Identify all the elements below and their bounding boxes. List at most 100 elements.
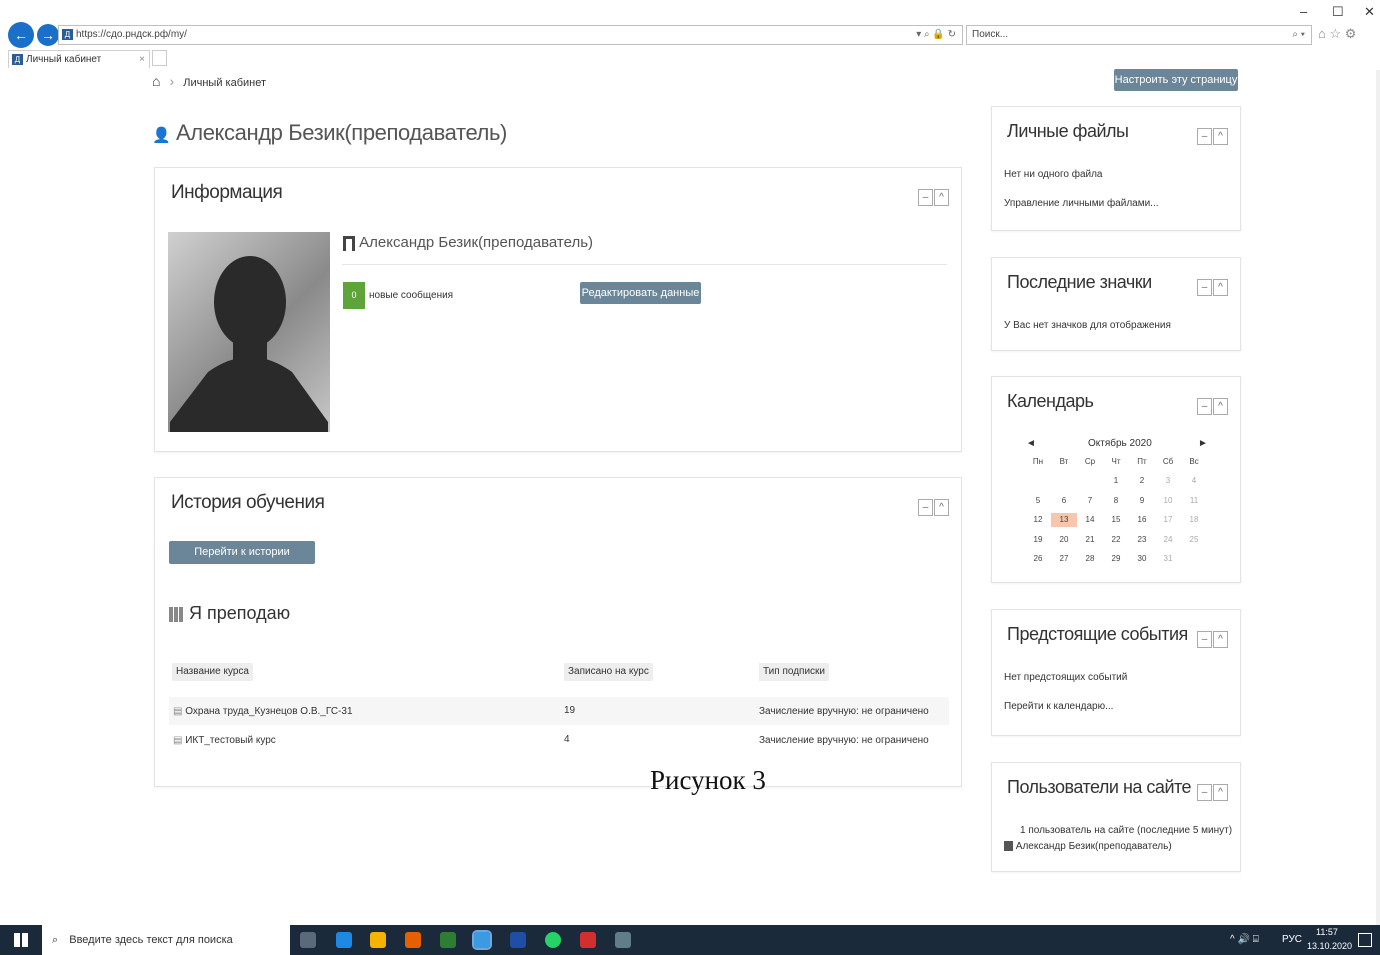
course-link[interactable]: ▤ ИКТ_тестовый курс [173, 735, 276, 746]
paint-icon[interactable] [615, 932, 631, 948]
browser-search-box[interactable]: Поиск... ⌕ ▾ [966, 25, 1312, 45]
next-month-icon[interactable]: ► [1198, 438, 1208, 449]
customize-page-button[interactable]: Настроить эту страницу [1114, 69, 1238, 91]
calendar-day[interactable]: 10 [1155, 496, 1181, 505]
go-to-calendar-link[interactable]: Перейти к календарю... [1004, 701, 1113, 712]
course-link[interactable]: ▤ Охрана труда_Кузнецов О.В._ГС-31 [173, 706, 353, 717]
block-controls[interactable]: – ^ [1197, 126, 1229, 145]
search-icon[interactable]: ⌕ ▾ [1292, 26, 1305, 44]
windows-start-icon[interactable] [14, 933, 28, 947]
calendar-day[interactable]: 19 [1025, 535, 1051, 544]
address-bar[interactable]: Дhttps://сдо.рндск.рф/my/ ▾ ⌕ 🔒 ↻ [58, 25, 963, 45]
collapse-icon[interactable]: – [1197, 631, 1212, 648]
calendar-day[interactable]: 3 [1155, 476, 1181, 485]
block-controls[interactable]: – ^ [918, 187, 950, 206]
manage-files-link[interactable]: Управление личными файлами... [1004, 198, 1159, 209]
calendar-day[interactable]: 31 [1155, 554, 1181, 563]
move-up-icon[interactable]: ^ [1213, 128, 1228, 145]
move-up-icon[interactable]: ^ [1213, 784, 1228, 801]
pdf-reader-icon[interactable] [580, 932, 596, 948]
clock-date[interactable]: 13.10.2020 [1307, 941, 1352, 951]
calendar-day[interactable]: 27 [1051, 554, 1077, 563]
course-name[interactable]: Охрана труда_Кузнецов О.В._ГС-31 [185, 706, 352, 717]
collapse-icon[interactable]: – [918, 499, 933, 516]
forward-button[interactable]: → [37, 24, 59, 46]
column-header-type[interactable]: Тип подписки [759, 663, 830, 681]
toolbar-icons[interactable]: ⌂ ☆ ⚙ [1318, 26, 1356, 42]
move-up-icon[interactable]: ^ [934, 189, 949, 206]
collapse-icon[interactable]: – [1197, 128, 1212, 145]
calendar-day[interactable]: 2 [1129, 476, 1155, 485]
calendar-day[interactable]: 21 [1077, 535, 1103, 544]
calendar-day[interactable]: 25 [1181, 535, 1207, 544]
maximize-button[interactable]: ☐ [1332, 4, 1344, 20]
calendar-day[interactable]: 30 [1129, 554, 1155, 563]
calendar-day[interactable]: 28 [1077, 554, 1103, 563]
move-up-icon[interactable]: ^ [1213, 398, 1228, 415]
back-button[interactable]: ← [8, 22, 34, 48]
online-user-link[interactable]: Александр Безик(преподаватель) [1004, 841, 1172, 852]
whatsapp-icon[interactable] [545, 932, 561, 948]
column-header-course[interactable]: Название курса [172, 663, 253, 681]
calendar-day[interactable]: 16 [1129, 515, 1155, 524]
firefox-icon[interactable] [405, 932, 421, 948]
calendar-day[interactable]: 24 [1155, 535, 1181, 544]
block-controls[interactable]: – ^ [1197, 396, 1229, 415]
calendar-day[interactable]: 12 [1025, 515, 1051, 524]
calendar-day[interactable]: 1 [1103, 476, 1129, 485]
calendar-day[interactable]: 5 [1025, 496, 1051, 505]
address-bar-icons[interactable]: ▾ ⌕ 🔒 ↻ [916, 26, 956, 44]
calendar-day[interactable]: 18 [1181, 515, 1207, 524]
messages-count-badge[interactable]: 0 [343, 282, 365, 309]
task-view-icon[interactable] [300, 932, 316, 948]
browser-tab[interactable]: Д Личный кабинет × [8, 50, 150, 68]
block-controls[interactable]: – ^ [1197, 277, 1229, 296]
internet-explorer-icon[interactable] [472, 930, 492, 950]
block-controls[interactable]: – ^ [1197, 629, 1229, 648]
calendar-day[interactable]: 8 [1103, 496, 1129, 505]
word-icon[interactable] [510, 932, 526, 948]
calendar-day[interactable]: 22 [1103, 535, 1129, 544]
move-up-icon[interactable]: ^ [934, 499, 949, 516]
taskbar-search[interactable]: ⌕ Введите здесь текст для поиска [42, 925, 290, 955]
calendar-day[interactable]: 29 [1103, 554, 1129, 563]
tray-icons[interactable]: ^ 🔊 ⌸ [1230, 934, 1259, 945]
course-name[interactable]: ИКТ_тестовый курс [185, 735, 276, 746]
home-icon[interactable]: ⌂ [152, 73, 160, 89]
collapse-icon[interactable]: – [1197, 398, 1212, 415]
collapse-icon[interactable]: – [1197, 279, 1212, 296]
page-scrollbar[interactable] [1376, 70, 1380, 925]
file-explorer-icon[interactable] [370, 932, 386, 948]
column-header-enrolled[interactable]: Записано на курс [564, 663, 653, 681]
clock-time[interactable]: 11:57 [1316, 927, 1338, 937]
calendar-day[interactable]: 15 [1103, 515, 1129, 524]
calendar-day[interactable]: 26 [1025, 554, 1051, 563]
language-indicator[interactable]: РУС [1282, 934, 1302, 945]
move-up-icon[interactable]: ^ [1213, 631, 1228, 648]
notifications-icon[interactable] [1358, 933, 1372, 947]
calendar-day[interactable]: 7 [1077, 496, 1103, 505]
messages-label[interactable]: новые сообщения [369, 290, 453, 301]
move-up-icon[interactable]: ^ [1213, 279, 1228, 296]
calendar-day[interactable]: 9 [1129, 496, 1155, 505]
excel-icon[interactable] [440, 932, 456, 948]
online-user-name[interactable]: Александр Безик(преподаватель) [1016, 841, 1172, 852]
block-controls[interactable]: – ^ [918, 497, 950, 516]
collapse-icon[interactable]: – [918, 189, 933, 206]
calendar-day-today[interactable]: 13 [1051, 512, 1077, 527]
calendar-day[interactable]: 6 [1051, 496, 1077, 505]
calendar-day[interactable]: 4 [1181, 476, 1207, 485]
collapse-icon[interactable]: – [1197, 784, 1212, 801]
calendar-day[interactable]: 14 [1077, 515, 1103, 524]
calendar-day[interactable]: 11 [1181, 496, 1207, 505]
calendar-day[interactable]: 20 [1051, 535, 1077, 544]
close-window-button[interactable]: ✕ [1364, 4, 1375, 20]
block-controls[interactable]: – ^ [1197, 782, 1229, 801]
tab-close-icon[interactable]: × [139, 51, 145, 68]
calendar-day[interactable]: 17 [1155, 515, 1181, 524]
go-to-history-button[interactable]: Перейти к истории обучения [169, 541, 315, 581]
calendar-day[interactable]: 23 [1129, 535, 1155, 544]
new-tab-button[interactable] [152, 50, 167, 66]
minimize-button[interactable]: – [1300, 4, 1307, 19]
breadcrumb-current[interactable]: Личный кабинет [183, 77, 266, 89]
